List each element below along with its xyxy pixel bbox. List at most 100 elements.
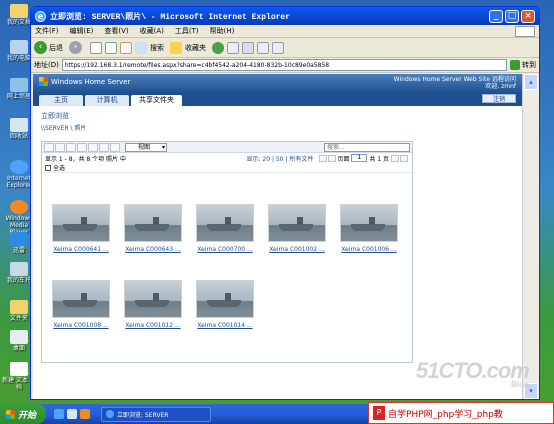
whs-site-info: Windows Home Server Web Site 远程访问 欢迎, zm… <box>394 76 516 90</box>
history-icon[interactable] <box>212 41 224 54</box>
file-item[interactable]: Xeima C001006 ... <box>336 204 402 253</box>
file-name-link[interactable]: Xeima C001006 ... <box>336 246 402 253</box>
file-name-link[interactable]: Xeima C001008 ... <box>48 322 114 329</box>
window-title: 立即浏览: SERVER\照片\ - Microsoft Internet Ex… <box>50 12 291 22</box>
properties-icon[interactable] <box>110 142 120 152</box>
photo-thumbnail[interactable] <box>196 280 254 318</box>
prev-page-icon[interactable] <box>328 154 337 162</box>
rename-icon[interactable] <box>77 142 87 152</box>
taskbar-window-button[interactable]: 立即浏览: SERVER <box>101 406 211 422</box>
file-item[interactable]: Xeima C001014 ... <box>192 280 258 329</box>
minimize-button[interactable]: _ <box>489 9 503 23</box>
search-button[interactable]: 搜索 <box>135 41 164 54</box>
menu-view[interactable]: 查看(V) <box>104 26 128 36</box>
file-name-link[interactable]: Xeima C000641 ... <box>48 246 114 253</box>
watermark: 51CTO.com Blog <box>416 358 530 389</box>
new-folder-icon[interactable] <box>55 142 65 152</box>
menu-favorites[interactable]: 收藏(A) <box>140 26 164 36</box>
computer-icon <box>10 40 28 54</box>
ie-quicklaunch-icon[interactable] <box>54 409 64 419</box>
start-button[interactable]: 开始 <box>0 404 46 424</box>
quick-launch <box>54 409 93 419</box>
whs-logo: Windows Home Server <box>39 77 130 86</box>
star-icon <box>170 41 182 54</box>
close-button[interactable]: × <box>521 9 535 23</box>
menu-bar: 文件(F) 编辑(E) 查看(V) 收藏(A) 工具(T) 帮助(H) <box>31 25 539 38</box>
recycle-bin-icon <box>10 118 28 132</box>
scroll-up-icon[interactable]: ▴ <box>524 74 538 90</box>
file-name-link[interactable]: Xeima C000700 ... <box>192 246 258 253</box>
tab-computers[interactable]: 计算机 <box>85 95 129 106</box>
ad-banner[interactable]: P 自学PHP网_php学习_php教 <box>368 402 554 424</box>
stop-icon[interactable] <box>90 41 102 54</box>
upload-icon[interactable] <box>44 142 54 152</box>
address-input[interactable]: https://192.168.3.1/remote/files.aspx?sh… <box>61 59 507 71</box>
photo-thumbnail[interactable] <box>52 204 110 242</box>
download-icon[interactable] <box>88 142 98 152</box>
messenger-icon[interactable] <box>272 41 284 54</box>
ie-logo-icon: e <box>35 10 46 22</box>
select-all-label: 全选 <box>53 165 66 172</box>
page-number-input[interactable]: 1 <box>351 154 368 162</box>
menu-help[interactable]: 帮助(H) <box>210 26 235 36</box>
view-dropdown[interactable]: 视图 <box>125 142 167 152</box>
toolbar: ‹ 后退 › 搜索 收藏夹 <box>31 38 539 58</box>
photo-thumbnail[interactable] <box>52 280 110 318</box>
favorites-button[interactable]: 收藏夹 <box>170 41 206 54</box>
menu-edit[interactable]: 编辑(E) <box>70 26 94 36</box>
select-all-row[interactable]: 全选 <box>42 163 412 173</box>
file-item[interactable]: Xeima C000700 ... <box>192 204 258 253</box>
tab-home[interactable]: 主页 <box>39 95 83 106</box>
file-item[interactable]: Xeima C000641 ... <box>48 204 114 253</box>
go-arrow-icon <box>510 60 520 70</box>
file-browser-panel: 视图 搜索... 显示 1 - 8，共 8 个项 照片 中 显示: 20 | 5… <box>41 141 413 363</box>
photo-thumbnail[interactable] <box>124 204 182 242</box>
forward-arrow-icon: › <box>69 41 82 54</box>
refresh-icon[interactable] <box>105 41 117 54</box>
media-player-icon <box>10 200 28 214</box>
forward-button[interactable]: › <box>69 41 84 54</box>
next-page-icon[interactable] <box>391 154 399 162</box>
media-quicklaunch-icon[interactable] <box>80 409 90 419</box>
file-item[interactable]: Xeima C001012 ... <box>120 280 186 329</box>
menu-tools[interactable]: 工具(T) <box>175 26 199 36</box>
network-icon <box>10 78 28 92</box>
home-icon[interactable] <box>120 41 132 54</box>
breadcrumb[interactable]: \\SERVER \ 照片 <box>41 123 514 132</box>
file-name-link[interactable]: Xeima C000643 ... <box>120 246 186 253</box>
photo-thumbnail[interactable] <box>268 204 326 242</box>
title-bar[interactable]: e 立即浏览: SERVER\照片\ - Microsoft Internet … <box>31 7 539 25</box>
site-name: Windows Home Server Web Site 远程访问 <box>393 76 516 83</box>
address-bar: 地址(D) https://192.168.3.1/remote/files.a… <box>31 58 539 73</box>
select-all-checkbox[interactable] <box>45 164 51 171</box>
file-name-link[interactable]: Xeima C001014 ... <box>192 322 258 329</box>
file-name-link[interactable]: Xeima C001002 ... <box>264 246 330 253</box>
first-page-icon[interactable] <box>319 154 328 162</box>
file-item[interactable]: Xeima C000643 ... <box>120 204 186 253</box>
show-count-links[interactable]: 显示: 20 | 50 | 所有文件 <box>246 154 313 163</box>
last-page-icon[interactable] <box>400 154 408 162</box>
delete-icon[interactable] <box>66 142 76 152</box>
maximize-button[interactable]: □ <box>505 9 519 23</box>
web-content: Windows Home Server Windows Home Server … <box>33 74 522 399</box>
photo-thumbnail[interactable] <box>196 204 254 242</box>
tab-shared-folders[interactable]: 共享文件夹 <box>131 95 182 106</box>
search-input[interactable]: 搜索... <box>324 142 410 152</box>
vertical-scrollbar[interactable]: ▴ ▾ <box>522 74 539 399</box>
file-item[interactable]: Xeima C001008 ... <box>48 280 114 329</box>
photo-thumbnail[interactable] <box>124 280 182 318</box>
logout-button[interactable]: 注销 <box>481 94 516 103</box>
file-name-link[interactable]: Xeima C001012 ... <box>120 322 186 329</box>
photo-thumbnail[interactable] <box>340 204 398 242</box>
up-folder-icon[interactable] <box>99 142 109 152</box>
windows-flag-icon <box>515 25 535 37</box>
go-button[interactable]: 转到 <box>510 60 536 70</box>
page-header: 立即浏览 \\SERVER \ 照片 <box>33 106 522 132</box>
show-desktop-icon[interactable] <box>67 409 77 419</box>
back-button[interactable]: ‹ 后退 <box>34 41 63 54</box>
mail-icon[interactable] <box>227 41 239 54</box>
edit-icon[interactable] <box>257 41 269 54</box>
file-item[interactable]: Xeima C001002 ... <box>264 204 330 253</box>
print-icon[interactable] <box>242 41 254 54</box>
menu-file[interactable]: 文件(F) <box>35 26 59 36</box>
